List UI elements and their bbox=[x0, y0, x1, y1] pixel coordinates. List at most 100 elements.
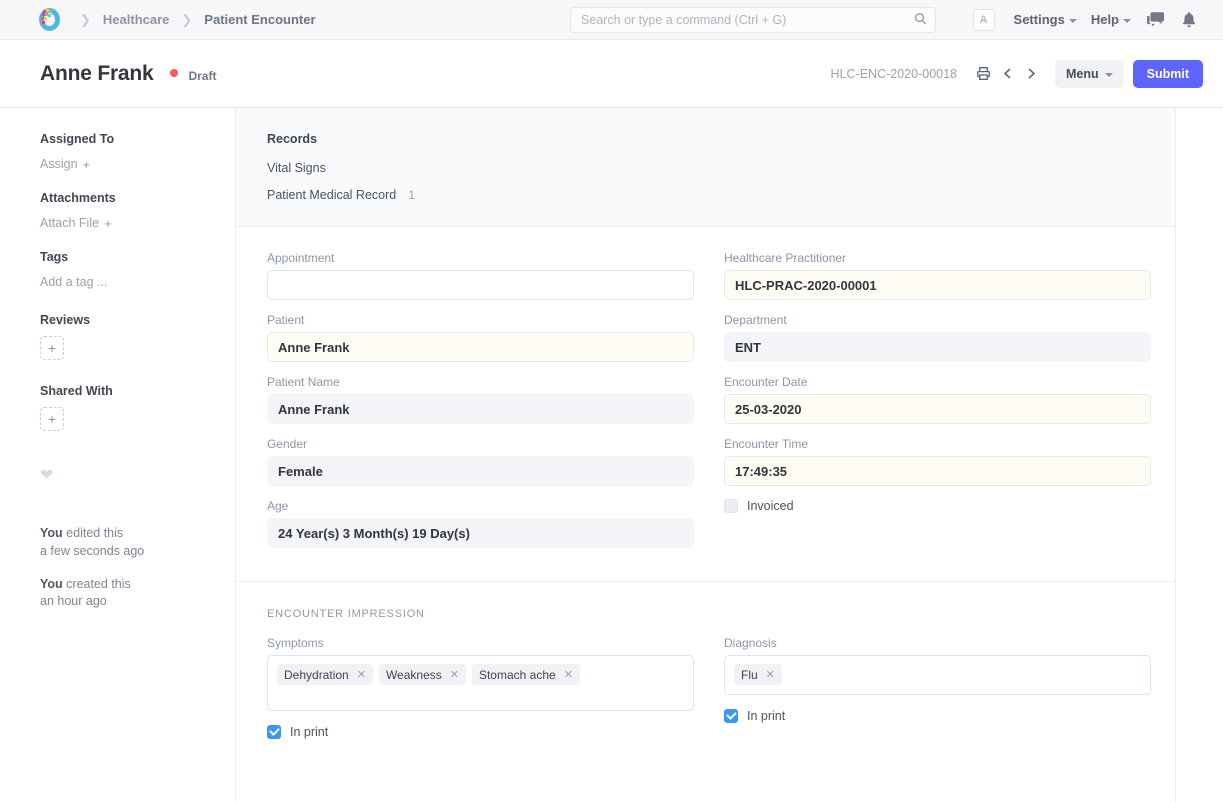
page-title: Anne Frank bbox=[40, 62, 154, 85]
symptom-pill-label: Dehydration bbox=[284, 668, 349, 682]
encounter-date-input[interactable]: 25-03-2020 bbox=[724, 394, 1151, 424]
symptom-pill[interactable]: Weakness ✕ bbox=[379, 664, 466, 685]
field-gender: Gender Female bbox=[267, 437, 694, 486]
avatar[interactable]: A bbox=[973, 9, 995, 31]
submit-button[interactable]: Submit bbox=[1133, 60, 1203, 88]
form-column-left: Appointment Patient Anne Frank Patient N… bbox=[267, 251, 694, 561]
logo-pixel bbox=[48, 14, 51, 17]
field-invoiced[interactable]: Invoiced bbox=[724, 499, 1151, 513]
remove-pill-icon[interactable]: ✕ bbox=[357, 668, 366, 681]
symptoms-in-print-label: In print bbox=[290, 725, 328, 739]
patient-name-value: Anne Frank bbox=[267, 394, 694, 424]
logo-pixel bbox=[42, 21, 45, 24]
symptoms-in-print-checkbox[interactable] bbox=[267, 725, 281, 739]
logo-pixel bbox=[44, 17, 47, 20]
sidebar-section-reviews: Reviews + bbox=[40, 313, 235, 360]
diagnosis-in-print-checkbox[interactable] bbox=[724, 709, 738, 723]
symptom-pill[interactable]: Dehydration ✕ bbox=[277, 664, 373, 685]
symptoms-multiselect[interactable]: Dehydration ✕ Weakness ✕ Stomach ache ✕ bbox=[267, 655, 694, 711]
add-review-button[interactable]: + bbox=[40, 336, 64, 360]
search-input[interactable] bbox=[570, 7, 936, 33]
diagnosis-multiselect[interactable]: Flu ✕ bbox=[724, 655, 1151, 695]
breadcrumb-chevron-icon: ❯ bbox=[179, 13, 194, 26]
field-diagnosis: Diagnosis Flu ✕ In print bbox=[724, 636, 1151, 739]
activity-entry: You edited this a few seconds ago bbox=[40, 525, 235, 561]
field-appointment: Appointment bbox=[267, 251, 694, 300]
activity-action: edited this bbox=[63, 526, 123, 540]
symptom-pill[interactable]: Stomach ache ✕ bbox=[472, 664, 580, 685]
encounter-time-label: Encounter Time bbox=[724, 437, 1151, 451]
form-sidebar: Assigned To Assign + Attachments Attach … bbox=[0, 108, 236, 801]
form-main: Records Vital Signs Patient Medical Reco… bbox=[236, 108, 1223, 801]
plus-icon: + bbox=[83, 157, 91, 172]
symptoms-label: Symptoms bbox=[267, 636, 694, 650]
diagnosis-pill-label: Flu bbox=[741, 668, 758, 682]
help-menu[interactable]: Help bbox=[1084, 12, 1138, 27]
gender-value: Female bbox=[267, 456, 694, 486]
heart-icon[interactable]: ❤ bbox=[40, 465, 235, 485]
appointment-label: Appointment bbox=[267, 251, 694, 265]
add-tag-input[interactable]: Add a tag ... bbox=[40, 275, 107, 289]
patient-input[interactable]: Anne Frank bbox=[267, 332, 694, 362]
chevron-down-icon bbox=[1105, 73, 1113, 77]
activity-log: You edited this a few seconds ago You cr… bbox=[40, 525, 235, 611]
form-column-right: Healthcare Practitioner HLC-PRAC-2020-00… bbox=[724, 251, 1151, 561]
sidebar-section-assigned-to: Assigned To Assign + bbox=[40, 132, 235, 173]
status-dot-icon bbox=[170, 69, 178, 77]
sidebar-section-tags: Tags Add a tag ... bbox=[40, 250, 235, 291]
symptoms-in-print-row[interactable]: In print bbox=[267, 725, 694, 739]
record-link-vital-signs[interactable]: Vital Signs bbox=[267, 161, 1175, 175]
main-form-section: Appointment Patient Anne Frank Patient N… bbox=[236, 227, 1175, 581]
sidebar-section-shared-with: Shared With + bbox=[40, 384, 235, 431]
breadcrumb-item-healthcare[interactable]: Healthcare bbox=[95, 12, 177, 27]
record-label: Patient Medical Record bbox=[267, 188, 396, 202]
next-document-button[interactable] bbox=[1019, 62, 1043, 86]
diagnosis-in-print-row[interactable]: In print bbox=[724, 709, 1151, 723]
add-share-button[interactable]: + bbox=[40, 407, 64, 431]
gender-label: Gender bbox=[267, 437, 694, 451]
field-symptoms: Symptoms Dehydration ✕ Weakness ✕ bbox=[267, 636, 694, 739]
field-department: Department ENT bbox=[724, 313, 1151, 362]
menu-button-label: Menu bbox=[1066, 67, 1099, 81]
impression-columns: Symptoms Dehydration ✕ Weakness ✕ bbox=[267, 636, 1144, 739]
frappe-logo-icon[interactable] bbox=[36, 7, 62, 33]
attach-file-label: Attach File bbox=[40, 216, 99, 230]
appointment-input[interactable] bbox=[267, 270, 694, 300]
remove-pill-icon[interactable]: ✕ bbox=[564, 668, 573, 681]
settings-label: Settings bbox=[1014, 12, 1065, 27]
status-badge: Draft bbox=[188, 69, 216, 83]
chat-icon[interactable] bbox=[1138, 12, 1173, 27]
invoiced-label: Invoiced bbox=[747, 499, 794, 513]
records-title: Records bbox=[267, 132, 1175, 146]
help-label: Help bbox=[1091, 12, 1119, 27]
shared-with-title: Shared With bbox=[40, 384, 235, 398]
encounter-impression-heading: Encounter Impression bbox=[267, 608, 1144, 620]
age-label: Age bbox=[267, 499, 694, 513]
settings-menu[interactable]: Settings bbox=[1007, 12, 1084, 27]
activity-time: a few seconds ago bbox=[40, 543, 235, 561]
healthcare-practitioner-input[interactable]: HLC-PRAC-2020-00001 bbox=[724, 270, 1151, 300]
record-label: Vital Signs bbox=[267, 161, 326, 175]
records-panel: Records Vital Signs Patient Medical Reco… bbox=[236, 108, 1175, 227]
encounter-time-input[interactable]: 17:49:35 bbox=[724, 456, 1151, 486]
attachments-title: Attachments bbox=[40, 191, 235, 205]
remove-pill-icon[interactable]: ✕ bbox=[450, 668, 459, 681]
notification-bell-icon[interactable] bbox=[1173, 12, 1205, 28]
breadcrumb-item-patient-encounter[interactable]: Patient Encounter bbox=[196, 12, 323, 27]
invoiced-checkbox[interactable] bbox=[724, 499, 738, 513]
attach-file-button[interactable]: Attach File + bbox=[40, 216, 112, 231]
assign-label: Assign bbox=[40, 157, 78, 171]
diagnosis-pill[interactable]: Flu ✕ bbox=[734, 664, 782, 685]
diagnosis-in-print-label: In print bbox=[747, 709, 785, 723]
prev-document-button[interactable] bbox=[995, 62, 1019, 86]
menu-button[interactable]: Menu bbox=[1055, 60, 1124, 88]
activity-actor: You bbox=[40, 526, 63, 540]
assign-button[interactable]: Assign + bbox=[40, 157, 90, 172]
page-title-group: Anne Frank Draft bbox=[40, 62, 216, 86]
form-card: Records Vital Signs Patient Medical Reco… bbox=[236, 108, 1176, 801]
activity-entry: You created this an hour ago bbox=[40, 576, 235, 612]
department-label: Department bbox=[724, 313, 1151, 327]
remove-pill-icon[interactable]: ✕ bbox=[766, 668, 775, 681]
printer-icon[interactable] bbox=[971, 62, 995, 86]
record-link-patient-medical-record[interactable]: Patient Medical Record 1 bbox=[267, 188, 1175, 202]
